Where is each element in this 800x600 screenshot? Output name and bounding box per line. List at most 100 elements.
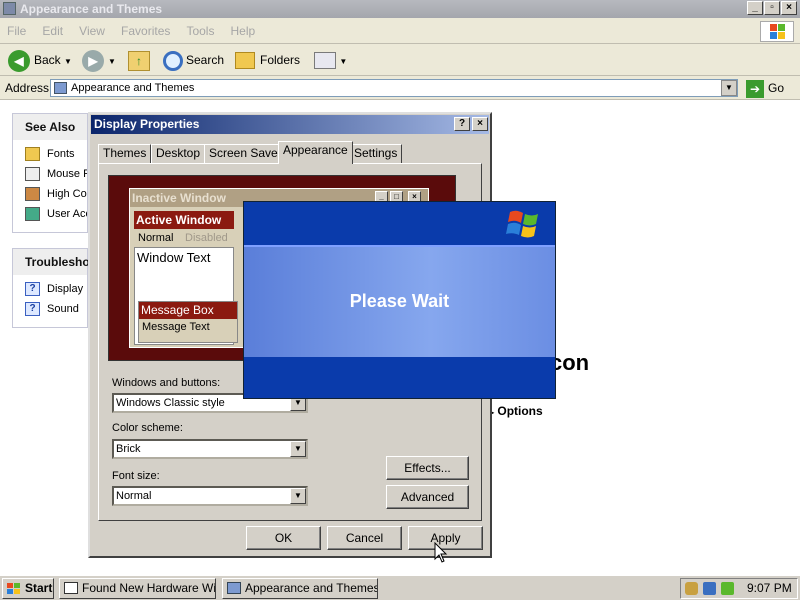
go-label: Go bbox=[768, 81, 785, 95]
hardware-icon[interactable] bbox=[685, 582, 698, 595]
minimize-button[interactable]: _ bbox=[747, 1, 763, 15]
troubleshooters-pane: Troublesho ? Display ? Sound bbox=[12, 248, 90, 328]
ok-button[interactable]: OK bbox=[246, 526, 321, 550]
please-wait-splash: Please Wait bbox=[243, 201, 556, 399]
back-label: Back bbox=[34, 53, 61, 67]
preview-message-title: Message Box bbox=[139, 302, 237, 319]
window-icon bbox=[64, 582, 78, 594]
taskbar-item-appearance-themes[interactable]: Appearance and Themes bbox=[222, 578, 378, 599]
menu-bar: File Edit View Favorites Tools Help bbox=[0, 18, 800, 44]
taskbar-item-found-new-hardware[interactable]: Found New Hardware Wi... bbox=[59, 578, 216, 599]
tab-screen-saver[interactable]: Screen Saver bbox=[204, 144, 287, 163]
taskbar-item-label: Found New Hardware Wi... bbox=[82, 581, 216, 595]
address-dropdown-button[interactable]: ▼ bbox=[721, 80, 737, 96]
see-also-item-label: High Cor bbox=[47, 188, 87, 200]
help-icon: ? bbox=[25, 282, 40, 296]
troubleshooters-title: Troublesho bbox=[13, 249, 90, 275]
folders-label: Folders bbox=[260, 53, 301, 67]
preview-message-box: Message Box Message Text bbox=[138, 301, 238, 343]
address-input[interactable]: Appearance and Themes ▼ bbox=[50, 79, 738, 97]
volume-icon[interactable] bbox=[721, 582, 734, 595]
forward-button[interactable]: ▶ ▼ bbox=[82, 48, 116, 72]
dialog-close-button[interactable]: × bbox=[472, 117, 488, 131]
window-titlebar[interactable]: Appearance and Themes _ ▫ × bbox=[0, 0, 800, 18]
menu-file[interactable]: File bbox=[0, 18, 32, 38]
search-label: Search bbox=[186, 53, 225, 67]
windows-buttons-label: Windows and buttons: bbox=[112, 377, 221, 389]
preview-inactive-title: Inactive Window bbox=[132, 191, 226, 205]
go-button[interactable]: ➔ Go bbox=[746, 78, 784, 98]
dialog-titlebar[interactable]: Display Properties ? × bbox=[91, 115, 489, 134]
clock[interactable]: 9:07 PM bbox=[747, 579, 792, 598]
views-icon bbox=[314, 52, 336, 70]
folders-icon bbox=[235, 52, 255, 70]
accessibility-icon bbox=[25, 187, 40, 201]
window-title: Appearance and Themes bbox=[20, 2, 163, 16]
background-options-link[interactable]: ▸ Options bbox=[490, 404, 543, 418]
splash-bottom-band bbox=[244, 357, 555, 398]
color-scheme-label: Color scheme: bbox=[112, 422, 183, 434]
tab-appearance[interactable]: Appearance bbox=[278, 141, 353, 164]
system-tray: 9:07 PM bbox=[680, 578, 798, 599]
up-folder-button[interactable]: ↑ bbox=[128, 48, 150, 72]
go-arrow-icon: ➔ bbox=[746, 79, 764, 98]
splash-top-band bbox=[244, 202, 555, 245]
user-accounts-icon bbox=[25, 207, 40, 221]
see-also-pane: See Also Fonts Mouse P High Cor User Acc bbox=[12, 113, 88, 233]
taskbar: Start Found New Hardware Wi... Appearanc… bbox=[0, 574, 800, 600]
mouse-cursor-icon bbox=[434, 542, 448, 563]
tab-themes[interactable]: Themes bbox=[98, 144, 152, 163]
up-folder-icon: ↑ bbox=[128, 50, 150, 71]
folder-icon bbox=[227, 582, 241, 594]
help-button[interactable]: ? bbox=[454, 117, 470, 131]
folder-icon bbox=[54, 82, 67, 94]
windows-logo-icon bbox=[7, 582, 21, 594]
see-also-user-accounts[interactable]: User Acc bbox=[13, 204, 87, 224]
windows-flag-icon bbox=[506, 210, 538, 238]
start-button[interactable]: Start bbox=[2, 578, 54, 599]
back-button[interactable]: ◀ Back ▼ bbox=[8, 48, 72, 72]
font-size-select[interactable]: Normal ▼ bbox=[112, 486, 308, 506]
see-also-fonts[interactable]: Fonts bbox=[13, 144, 87, 164]
preview-window-text: Window Text bbox=[137, 250, 211, 265]
menu-view[interactable]: View bbox=[72, 18, 111, 38]
tab-settings[interactable]: Settings bbox=[349, 144, 403, 163]
maximize-button[interactable]: ▫ bbox=[764, 1, 780, 15]
see-also-item-label: Mouse P bbox=[47, 168, 87, 180]
search-button[interactable]: Search bbox=[163, 48, 224, 72]
back-arrow-icon: ◀ bbox=[8, 49, 30, 72]
folders-button[interactable]: Folders bbox=[235, 48, 300, 72]
font-size-label: Font size: bbox=[112, 470, 160, 482]
menu-help[interactable]: Help bbox=[224, 18, 262, 38]
menu-tools[interactable]: Tools bbox=[179, 18, 220, 38]
close-button[interactable]: × bbox=[781, 1, 797, 15]
color-scheme-select[interactable]: Brick ▼ bbox=[112, 439, 308, 459]
menu-edit[interactable]: Edit bbox=[35, 18, 69, 38]
advanced-button[interactable]: Advanced bbox=[386, 485, 469, 509]
taskbar-item-label: Appearance and Themes bbox=[245, 581, 378, 595]
windows-buttons-value: Windows Classic style bbox=[116, 397, 225, 409]
windows-logo-icon bbox=[760, 21, 794, 42]
chevron-down-icon[interactable]: ▼ bbox=[290, 488, 306, 504]
effects-button[interactable]: Effects... bbox=[386, 456, 469, 480]
address-bar: Address Appearance and Themes ▼ ➔ Go bbox=[0, 76, 800, 100]
chevron-down-icon[interactable]: ▼ bbox=[290, 441, 306, 457]
see-also-item-label: Fonts bbox=[47, 148, 75, 160]
see-also-high-contrast[interactable]: High Cor bbox=[13, 184, 87, 204]
troubleshoot-sound[interactable]: ? Sound bbox=[13, 299, 87, 319]
fonts-folder-icon bbox=[25, 147, 40, 161]
start-label: Start bbox=[25, 581, 53, 595]
preview-message-text: Message Text bbox=[142, 321, 210, 333]
troubleshoot-display[interactable]: ? Display bbox=[13, 279, 87, 299]
network-icon[interactable] bbox=[703, 582, 716, 595]
forward-arrow-icon: ▶ bbox=[82, 49, 104, 72]
preview-active-title: Active Window bbox=[134, 211, 234, 229]
tab-desktop[interactable]: Desktop bbox=[151, 144, 206, 163]
cancel-button[interactable]: Cancel bbox=[327, 526, 402, 550]
views-button[interactable]: ▼ bbox=[314, 48, 347, 72]
see-also-title: See Also bbox=[13, 114, 87, 140]
troubleshoot-item-label: Sound bbox=[47, 303, 79, 315]
menu-favorites[interactable]: Favorites bbox=[114, 18, 176, 38]
see-also-mouse[interactable]: Mouse P bbox=[13, 164, 87, 184]
mouse-icon bbox=[25, 167, 40, 181]
